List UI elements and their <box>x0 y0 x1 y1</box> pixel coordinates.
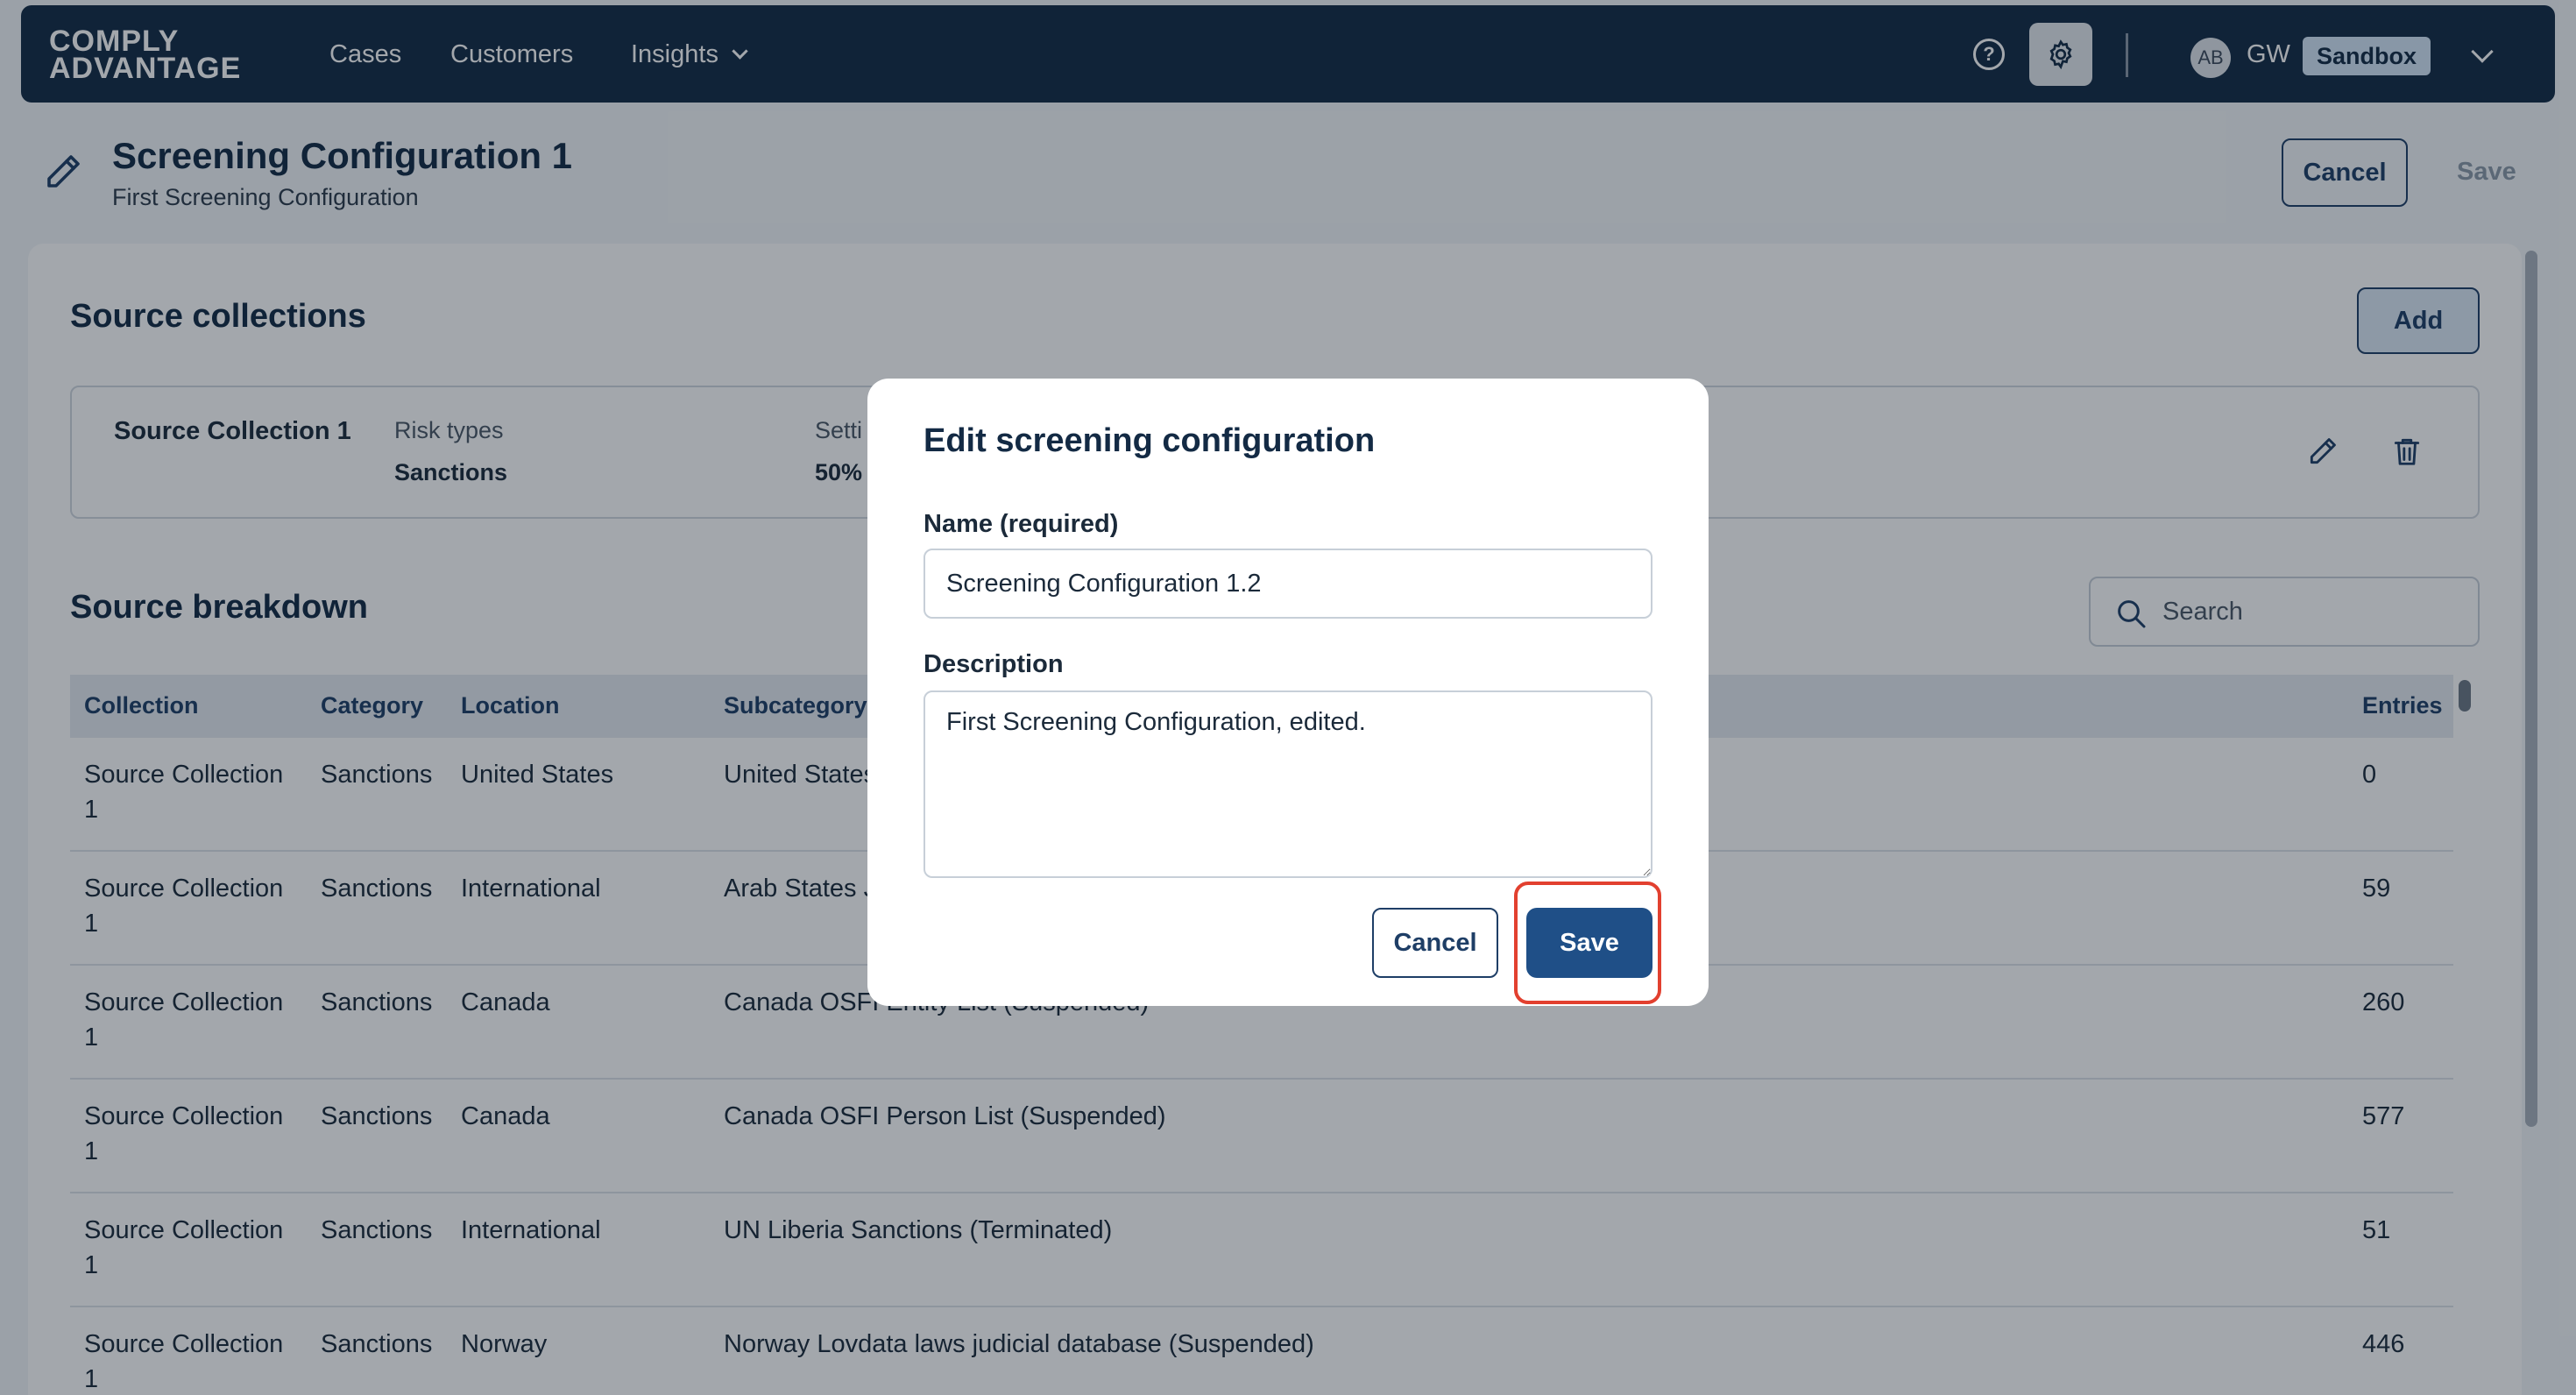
name-field[interactable] <box>924 549 1652 619</box>
description-field[interactable]: First Screening Configuration, edited. <box>924 690 1652 878</box>
dialog-save-button[interactable]: Save <box>1526 908 1652 978</box>
description-label: Description <box>924 650 1064 678</box>
edit-config-dialog: Edit screening configuration Name (requi… <box>867 379 1709 1006</box>
dialog-cancel-button[interactable]: Cancel <box>1372 908 1498 978</box>
name-label: Name (required) <box>924 510 1119 538</box>
dialog-title: Edit screening configuration <box>924 422 1376 459</box>
